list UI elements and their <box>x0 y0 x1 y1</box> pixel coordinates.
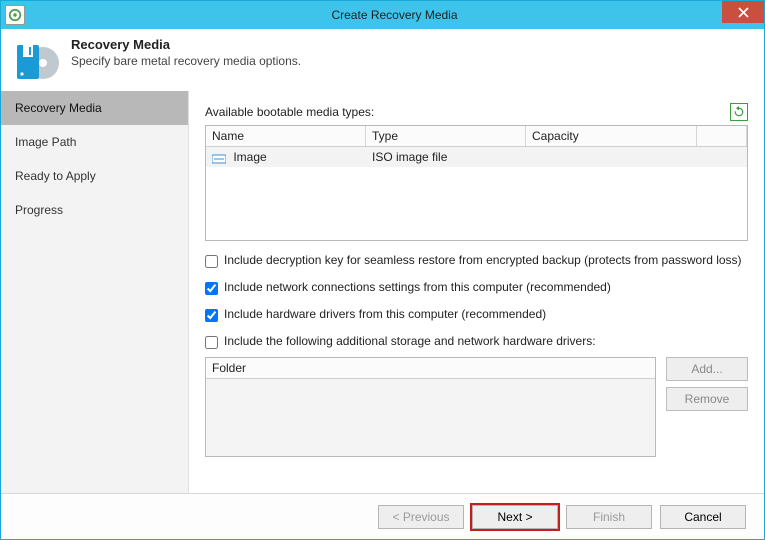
step-progress[interactable]: Progress <box>1 193 188 227</box>
header-text: Recovery Media Specify bare metal recove… <box>71 37 301 85</box>
wizard-footer: < Previous Next > Finish Cancel <box>1 493 764 539</box>
page-subtitle: Specify bare metal recovery media option… <box>71 54 301 68</box>
col-name[interactable]: Name <box>206 126 366 146</box>
table-row[interactable]: Image ISO image file <box>206 147 747 167</box>
grid-header: Name Type Capacity <box>206 126 747 147</box>
row-capacity <box>526 147 697 167</box>
row-name: Image <box>233 150 266 164</box>
remove-folder-button[interactable]: Remove <box>666 387 748 411</box>
folders-col-header[interactable]: Folder <box>206 358 655 379</box>
close-button[interactable] <box>722 1 764 23</box>
recovery-media-icon <box>13 37 61 85</box>
add-folder-button[interactable]: Add... <box>666 357 748 381</box>
media-types-label: Available bootable media types: <box>205 105 730 119</box>
col-type[interactable]: Type <box>366 126 526 146</box>
cancel-button[interactable]: Cancel <box>660 505 746 529</box>
include-additional-checkbox[interactable] <box>205 336 218 349</box>
include-network-checkbox[interactable] <box>205 282 218 295</box>
media-types-grid[interactable]: Name Type Capacity Image ISO image file <box>205 125 748 241</box>
col-capacity[interactable]: Capacity <box>526 126 697 146</box>
iso-image-icon <box>212 153 226 163</box>
include-additional-label[interactable]: Include the following additional storage… <box>224 334 596 348</box>
include-network-label[interactable]: Include network connections settings fro… <box>224 280 611 294</box>
wizard-window: Create Recovery Media Recovery Media Spe… <box>0 0 765 540</box>
close-icon <box>738 7 749 18</box>
step-ready-to-apply[interactable]: Ready to Apply <box>1 159 188 193</box>
refresh-icon <box>733 106 745 118</box>
page-title: Recovery Media <box>71 37 301 52</box>
refresh-button[interactable] <box>730 103 748 121</box>
include-drivers-checkbox[interactable] <box>205 309 218 322</box>
include-decryption-checkbox[interactable] <box>205 255 218 268</box>
window-title: Create Recovery Media <box>25 8 764 22</box>
wizard-body: Recovery Media Image Path Ready to Apply… <box>1 91 764 493</box>
finish-button[interactable]: Finish <box>566 505 652 529</box>
titlebar: Create Recovery Media <box>1 1 764 29</box>
app-icon <box>5 5 25 25</box>
previous-button[interactable]: < Previous <box>378 505 464 529</box>
next-button[interactable]: Next > <box>472 505 558 529</box>
include-drivers-label[interactable]: Include hardware drivers from this compu… <box>224 307 546 321</box>
row-type: ISO image file <box>366 147 526 167</box>
wizard-steps: Recovery Media Image Path Ready to Apply… <box>1 91 189 493</box>
step-recovery-media[interactable]: Recovery Media <box>1 91 188 125</box>
include-decryption-label[interactable]: Include decryption key for seamless rest… <box>224 253 742 267</box>
col-spacer <box>697 126 747 146</box>
folders-grid[interactable]: Folder <box>205 357 656 457</box>
wizard-header: Recovery Media Specify bare metal recove… <box>1 29 764 91</box>
main-panel: Available bootable media types: Name Typ… <box>189 91 764 493</box>
step-image-path[interactable]: Image Path <box>1 125 188 159</box>
